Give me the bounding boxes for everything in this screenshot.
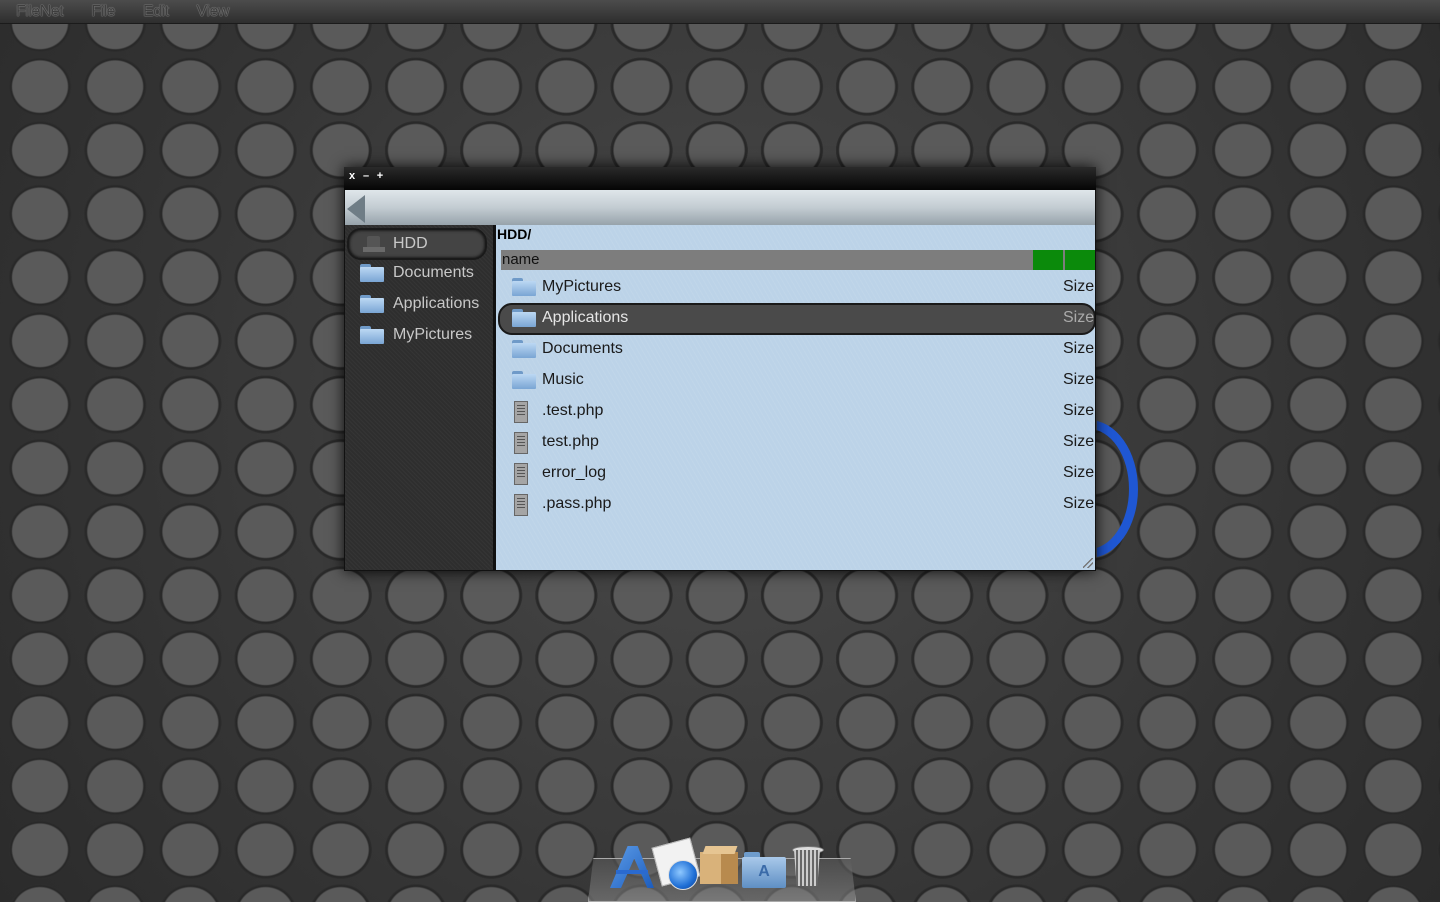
file-size: Size [1063, 371, 1095, 388]
file-size: Size [1063, 309, 1095, 326]
file-size: Size [1063, 495, 1095, 512]
resize-handle[interactable] [1083, 558, 1093, 568]
file-name: Documents [542, 340, 623, 357]
package-icon[interactable] [700, 846, 740, 886]
column-toggle-button[interactable] [1033, 250, 1063, 270]
sidebar-item-label: Applications [393, 295, 480, 312]
file-size: Size [1063, 340, 1095, 357]
sidebar-item-mypictures[interactable]: MyPictures [347, 321, 487, 349]
sidebar-item-documents[interactable]: Documents [347, 259, 487, 287]
file-row-test-php[interactable]: test.php Size [498, 427, 1094, 457]
column-header-name[interactable]: name [502, 251, 540, 268]
file-size: Size [1063, 278, 1095, 295]
folder-icon [359, 263, 385, 283]
window-toolbar [345, 190, 1095, 225]
folder-icon [511, 370, 537, 390]
hdd-icon [363, 236, 385, 252]
folder-icon [511, 339, 537, 359]
document-icon [511, 494, 529, 516]
file-browser-window: x – + HDD Documents Applications MyPictu… [344, 167, 1096, 571]
file-row-error-log[interactable]: error_log Size [498, 458, 1094, 488]
folder-icon [359, 325, 385, 345]
menu-edit[interactable]: Edit [143, 3, 169, 21]
applications-folder-icon[interactable]: A [742, 852, 786, 888]
folder-icon [511, 308, 537, 328]
file-list-pane: HDD/ name MyPictures Size Applications S… [496, 225, 1095, 570]
column-header: name [501, 250, 1095, 270]
file-row-mypictures[interactable]: MyPictures Size [498, 272, 1094, 302]
document-icon [511, 401, 529, 423]
close-button[interactable]: x [346, 170, 358, 182]
file-name: Music [542, 371, 584, 388]
trash-icon[interactable] [790, 846, 826, 888]
sidebar-item-label: HDD [393, 235, 428, 252]
file-row-documents[interactable]: Documents Size [498, 334, 1094, 364]
file-name: MyPictures [542, 278, 622, 295]
maximize-button[interactable]: + [374, 170, 386, 182]
current-path: HDD/ [497, 226, 532, 242]
sidebar-item-applications[interactable]: Applications [347, 290, 487, 318]
file-name: test.php [542, 433, 599, 450]
column-toggle-button[interactable] [1065, 250, 1095, 270]
sidebar: HDD Documents Applications MyPictures [345, 225, 496, 570]
app-store-icon[interactable] [610, 846, 654, 888]
file-row-pass-php[interactable]: .pass.php Size [498, 489, 1094, 519]
sidebar-item-label: Documents [393, 264, 474, 281]
folder-icon [359, 294, 385, 314]
file-row-music[interactable]: Music Size [498, 365, 1094, 395]
file-size: Size [1063, 433, 1095, 450]
sidebar-item-hdd[interactable]: HDD [347, 228, 487, 260]
menu-file[interactable]: File [91, 3, 115, 21]
menu-bar: FileNet File Edit View [0, 0, 1440, 24]
file-name: .pass.php [542, 495, 612, 512]
document-icon [511, 432, 529, 454]
file-row-dot-test-php[interactable]: .test.php Size [498, 396, 1094, 426]
safari-icon[interactable] [656, 842, 698, 890]
back-arrow-icon[interactable] [347, 195, 365, 223]
file-size: Size [1063, 402, 1095, 419]
sidebar-item-label: MyPictures [393, 326, 473, 343]
folder-icon [511, 277, 537, 297]
file-name: Applications [542, 309, 629, 326]
menu-view[interactable]: View [197, 3, 230, 21]
file-name: .test.php [542, 402, 604, 419]
menu-app-name[interactable]: FileNet [16, 3, 64, 21]
file-name: error_log [542, 464, 607, 481]
file-size: Size [1063, 464, 1095, 481]
file-row-applications[interactable]: Applications Size [498, 303, 1095, 335]
window-titlebar[interactable]: x – + [344, 167, 1096, 190]
minimize-button[interactable]: – [360, 170, 372, 182]
document-icon [511, 463, 529, 485]
